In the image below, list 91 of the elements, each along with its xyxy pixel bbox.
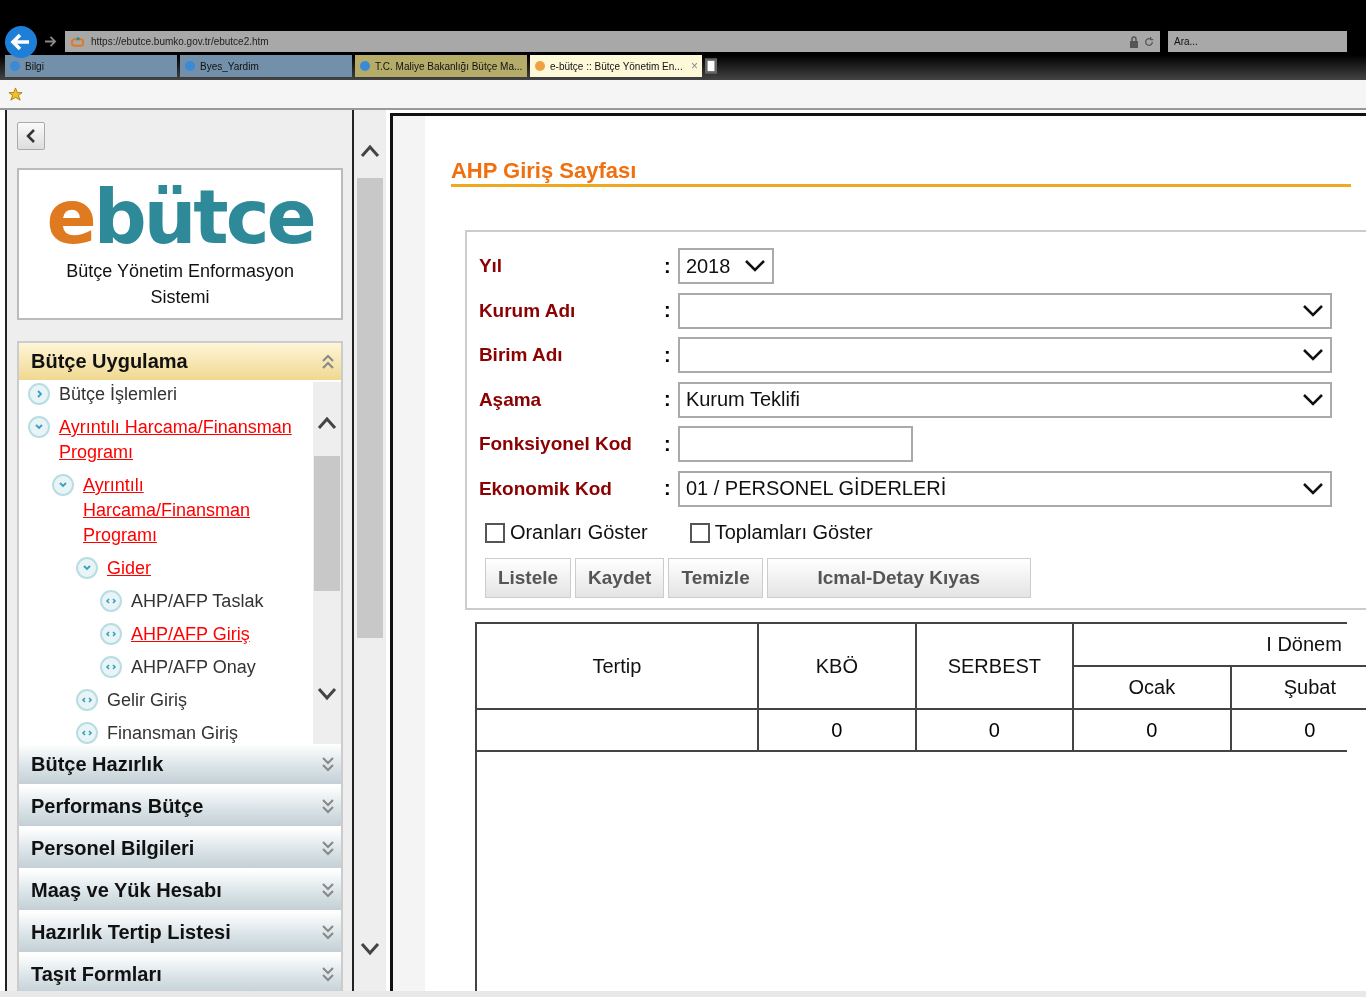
- table-cell: 0: [916, 710, 1074, 750]
- search-field[interactable]: Ara...: [1168, 31, 1347, 52]
- action-button[interactable]: Listele: [484, 558, 572, 598]
- chevron-down-icon: [1301, 303, 1324, 318]
- tree-node-icon[interactable]: [75, 688, 99, 712]
- separator: :: [663, 388, 672, 412]
- tree-link[interactable]: Gider: [107, 556, 151, 581]
- tree-node-icon[interactable]: [75, 556, 99, 580]
- column-header: Tertip: [476, 624, 759, 710]
- tree-node-icon[interactable]: [27, 382, 51, 406]
- dropdown[interactable]: [677, 337, 1332, 374]
- chevron-down-icon: [743, 259, 766, 274]
- scroll-down-icon[interactable]: [317, 687, 338, 701]
- checkbox-label: Toplamları Göster: [714, 521, 873, 544]
- tab-icon: [9, 60, 21, 72]
- tree-node-icon[interactable]: [27, 415, 51, 439]
- tree-item[interactable]: Gelir Giriş: [107, 688, 187, 713]
- chevron-down-icon: [1301, 481, 1324, 496]
- accordion-header[interactable]: Hazırlık Tertip Listesi: [19, 912, 342, 954]
- table-cell: 0: [1073, 710, 1232, 750]
- scroll-up-icon[interactable]: [360, 144, 381, 158]
- column-header: KBÖ: [758, 624, 917, 710]
- scrollbar[interactable]: [313, 382, 342, 744]
- separator: :: [663, 432, 672, 456]
- chevron-left-icon: [26, 129, 36, 143]
- back-icon[interactable]: [5, 26, 37, 58]
- dropdown[interactable]: Kurum Teklifi: [677, 381, 1332, 418]
- accordion-header[interactable]: Taşıt Formları: [19, 954, 342, 991]
- tree-node-icon[interactable]: [75, 721, 99, 744]
- field-label: Aşama: [478, 388, 543, 411]
- checkbox-label: Oranları Göster: [509, 521, 648, 544]
- star-icon[interactable]: [8, 86, 23, 102]
- accordion-header[interactable]: Bütçe Uygulama: [19, 343, 342, 382]
- action-button[interactable]: Icmal-Detay Kıyas: [766, 558, 1031, 598]
- accordion-header[interactable]: Maaş ve Yük Hesabı: [19, 870, 342, 912]
- field-label: Fonksiyonel Kod: [478, 433, 633, 456]
- tree-link[interactable]: AHP/AFP Giriş: [131, 622, 250, 647]
- separator: :: [663, 299, 672, 323]
- scroll-down-icon[interactable]: [360, 942, 381, 956]
- tree-item[interactable]: Finansman Giriş: [107, 721, 239, 744]
- chevron-down-icon: [1301, 392, 1324, 407]
- browser-tab[interactable]: e-bütçe :: Bütçe Yönetim En... ×: [530, 55, 702, 77]
- tree-item[interactable]: AHP/AFP Onay: [131, 655, 256, 680]
- tree-link[interactable]: Ayrıntılı Harcama/Finansman Programı: [59, 415, 312, 465]
- separator: :: [663, 343, 672, 367]
- dropdown[interactable]: 01 / PERSONEL GİDERLERİ: [677, 470, 1332, 507]
- column-header: Ocak: [1073, 667, 1232, 710]
- field-label: Birim Adı: [478, 344, 564, 367]
- column-header: SERBEST: [916, 624, 1074, 710]
- table-cell: 0: [758, 710, 917, 750]
- tree-node-icon[interactable]: [51, 473, 75, 497]
- checkbox[interactable]: [484, 522, 505, 543]
- field-label: Kurum Adı: [478, 299, 577, 322]
- tree-link[interactable]: Ayrıntılı Harcama/Finansman Programı: [83, 473, 312, 548]
- scroll-up-icon[interactable]: [317, 416, 338, 430]
- tree-node-icon[interactable]: [99, 589, 123, 613]
- collapse-button[interactable]: [17, 122, 45, 150]
- action-button[interactable]: Kaydet: [575, 558, 665, 598]
- tab-icon: [359, 60, 371, 72]
- refresh-icon[interactable]: [1144, 35, 1154, 48]
- tree-item[interactable]: AHP/AFP Taslak: [131, 589, 264, 614]
- logo-subtitle: Bütçe Yönetim Enformasyon Sistemi: [65, 260, 295, 309]
- separator: :: [663, 477, 672, 501]
- chevron-down-icon: [1301, 348, 1324, 363]
- forward-icon[interactable]: [44, 36, 57, 47]
- browser-tab[interactable]: T.C. Maliye Bakanlığı Bütçe Ma...: [355, 55, 527, 77]
- tab-icon: [534, 60, 546, 72]
- site-icon: [71, 35, 86, 48]
- input-field[interactable]: [677, 426, 913, 463]
- accordion-header[interactable]: Performans Bütçe: [19, 786, 342, 828]
- action-button[interactable]: Temizle: [668, 558, 763, 598]
- lock-icon: [1129, 35, 1139, 48]
- tree-node-icon[interactable]: [99, 622, 123, 646]
- browser-tab[interactable]: Byes_Yardim: [180, 55, 352, 77]
- accordion-header[interactable]: Bütçe Hazırlık: [19, 744, 342, 786]
- page-title: AHP Giriş Sayfası: [450, 116, 1351, 187]
- separator: :: [663, 254, 672, 278]
- checkbox[interactable]: [689, 522, 710, 543]
- browser-tab[interactable]: Bilgi: [5, 55, 177, 77]
- logo: ebütce: [46, 176, 314, 258]
- tab-icon: [184, 60, 196, 72]
- tree-item[interactable]: Bütçe İşlemleri: [59, 382, 178, 407]
- address-bar[interactable]: https://ebutce.bumko.gov.tr/ebutce2.htm: [65, 31, 1160, 52]
- dropdown[interactable]: 2018: [677, 248, 774, 285]
- new-tab-icon[interactable]: [705, 58, 717, 74]
- dropdown[interactable]: [677, 292, 1332, 329]
- field-label: Yıl: [478, 255, 504, 278]
- field-label: Ekonomik Kod: [478, 477, 613, 500]
- tree-node-icon[interactable]: [99, 655, 123, 679]
- accordion-header[interactable]: Personel Bilgileri: [19, 828, 342, 870]
- table-cell: 0: [1231, 710, 1366, 750]
